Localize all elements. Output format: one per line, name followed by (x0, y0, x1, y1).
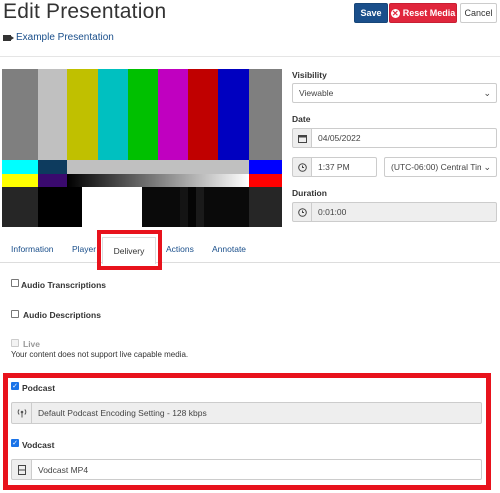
audio-transcriptions-label: Audio Transcriptions (21, 280, 107, 290)
video-thumbnail (2, 69, 282, 227)
visibility-value: Viewable (299, 88, 334, 98)
divider (0, 56, 500, 57)
podcast-vodcast-highlight (3, 373, 491, 490)
clock-icon (292, 202, 312, 222)
timezone-value: (UTC-06:00) Central Tim (391, 162, 485, 172)
calendar-icon (292, 128, 312, 148)
close-circle-icon: ✕ (390, 8, 400, 18)
tabs-divider (0, 262, 500, 263)
tab-actions[interactable]: Actions (166, 244, 194, 254)
duration-input: 0:01:00 (311, 202, 497, 222)
live-label: Live (23, 339, 41, 349)
tab-player[interactable]: Player (72, 244, 96, 254)
audio-transcriptions-checkbox[interactable] (11, 279, 19, 287)
cancel-button[interactable]: Cancel (460, 3, 497, 23)
audio-descriptions-label: Audio Descriptions (23, 310, 101, 320)
chevron-down-icon: ⌄ (483, 88, 491, 98)
video-camera-icon (3, 34, 14, 41)
chevron-down-icon: ⌄ (481, 162, 491, 173)
save-button[interactable]: Save (354, 3, 388, 23)
live-note: Your content does not support live capab… (11, 350, 189, 359)
date-label: Date (292, 114, 311, 124)
page-title: Edit Presentation (3, 0, 167, 23)
visibility-select[interactable]: Viewable ⌄ (292, 83, 497, 103)
clock-icon (292, 157, 312, 177)
duration-label: Duration (292, 188, 327, 198)
time-input[interactable]: 1:37 PM (311, 157, 377, 177)
tab-annotate[interactable]: Annotate (212, 244, 246, 254)
delivery-tab-highlight (97, 230, 162, 270)
date-input[interactable]: 04/05/2022 (311, 128, 497, 148)
timezone-select[interactable]: (UTC-06:00) Central Tim ⌄ (384, 157, 497, 177)
presentation-link-label: Example Presentation (16, 32, 114, 43)
visibility-label: Visibility (292, 70, 327, 80)
tab-information[interactable]: Information (11, 244, 54, 254)
live-checkbox (11, 339, 19, 347)
presentation-link[interactable]: Example Presentation (3, 32, 114, 43)
reset-media-button[interactable]: ✕ Reset Media (389, 3, 457, 23)
reset-media-label: Reset Media (402, 8, 456, 18)
audio-descriptions-checkbox[interactable] (11, 310, 19, 318)
